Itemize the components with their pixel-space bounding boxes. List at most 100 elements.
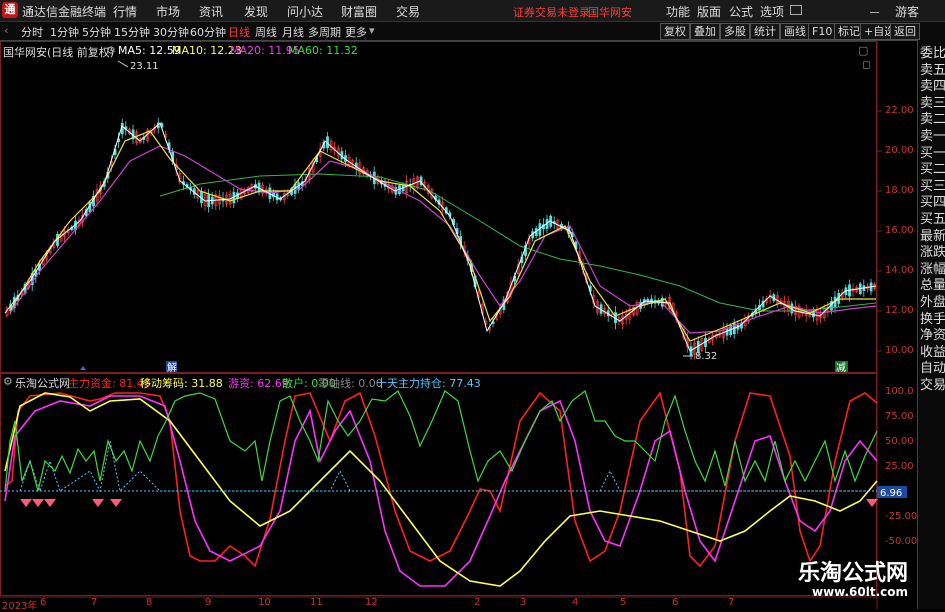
- jie-tag-text[interactable]: 解: [167, 361, 177, 374]
- x-tick-3: 3: [520, 597, 527, 608]
- zhuli-label: 主力资金: 81.49: [68, 377, 151, 390]
- x-tick-9: 9: [205, 597, 212, 608]
- shitian-label: 十天主力持仓: 77.43: [376, 377, 481, 390]
- guest-label[interactable]: 游客: [895, 3, 919, 20]
- period-fenshi[interactable]: 分时: [21, 24, 43, 40]
- app-logo-icon: 通: [2, 2, 18, 18]
- panel-expand-icon[interactable]: ◻: [862, 58, 871, 71]
- duogu-button[interactable]: 多股: [720, 23, 750, 40]
- quote-side-panel: 委比 卖五 卖四 卖三 卖二 卖一 买一 买二 买三 买四 买五 最新 涨跌 涨幅 总量 外盘 换手 净资 收益 自动…: [917, 40, 945, 609]
- side-item-11[interactable]: 最新: [920, 229, 945, 245]
- side-item-19[interactable]: 自动: [920, 361, 945, 377]
- period-multi[interactable]: 多周期: [308, 24, 341, 40]
- tongji-button[interactable]: 统计: [750, 23, 780, 40]
- ma60-label: MA60: 11.32: [288, 44, 358, 57]
- period-60min[interactable]: 60分钟: [190, 24, 226, 40]
- side-item-17[interactable]: 净资: [920, 328, 945, 344]
- x-tick-5: 5: [620, 597, 627, 608]
- menu-jiaoyi[interactable]: 交易: [396, 3, 420, 20]
- y-tick-12: 12.00: [885, 305, 914, 316]
- menu-gongneng[interactable]: 功能: [666, 3, 690, 20]
- panel-close-icon[interactable]: ▢: [858, 44, 868, 57]
- x-tick-11: 11: [310, 597, 323, 608]
- period-monthly[interactable]: 月线: [282, 24, 304, 40]
- x-tick-10: 10: [258, 597, 271, 608]
- y-tick-14: 14.00: [885, 265, 914, 276]
- menu-xuanxiang[interactable]: 选项: [760, 3, 784, 20]
- small-up-triangle-icon: [80, 366, 86, 370]
- side-item-1[interactable]: 卖五: [920, 63, 945, 79]
- login-alert[interactable]: 证券交易未登录: [513, 4, 590, 20]
- minimize-icon[interactable]: [870, 6, 879, 13]
- side-item-18[interactable]: 收益: [920, 345, 945, 361]
- high-marker: [117, 60, 129, 68]
- ind-tick-100: 100.0: [885, 386, 914, 397]
- menu-wenxiaoda[interactable]: 问小达: [287, 3, 323, 20]
- x-tick-12: 12: [365, 597, 378, 608]
- y-tick-22: 22.00: [885, 105, 914, 116]
- menu-zixun[interactable]: 资讯: [199, 3, 223, 20]
- signal-triangles: [20, 499, 878, 507]
- chart-canvas[interactable]: 23.11 8.32 解 减 6.96: [0, 41, 917, 609]
- side-item-4[interactable]: 卖二: [920, 112, 945, 128]
- side-item-6[interactable]: 买一: [920, 146, 945, 162]
- jian-tag-text[interactable]: 减: [836, 362, 846, 374]
- indicator-name[interactable]: 乐淘公式网: [15, 375, 70, 391]
- period-5min[interactable]: 5分钟: [82, 24, 111, 40]
- y-tick-16: 16.00: [885, 225, 914, 236]
- x-tick-4: 4: [572, 597, 579, 608]
- more-chevron-down-icon[interactable]: ▾: [369, 24, 375, 37]
- y-tick-20: 20.00: [885, 145, 914, 156]
- high-label: 23.11: [130, 61, 159, 72]
- side-item-13[interactable]: 涨幅: [920, 262, 945, 278]
- y-tick-10: 10.00: [885, 345, 914, 356]
- yidong-chouma-yellow-line: [4, 392, 878, 587]
- side-item-14[interactable]: 总量: [920, 278, 945, 294]
- side-item-2[interactable]: 卖四: [920, 79, 945, 95]
- current-value-text: 6.96: [880, 488, 902, 499]
- period-15min[interactable]: 15分钟: [114, 24, 150, 40]
- low-label: 8.32: [695, 351, 717, 362]
- period-1min[interactable]: 1分钟: [50, 24, 79, 40]
- side-item-7[interactable]: 买二: [920, 162, 945, 178]
- ind-tick-75: 75.00: [885, 411, 914, 422]
- side-item-16[interactable]: 换手: [920, 312, 945, 328]
- f10-button[interactable]: F10: [808, 23, 837, 40]
- alert-stock-name: 国华网安: [588, 6, 632, 19]
- period-daily[interactable]: 日线: [228, 24, 250, 40]
- menu-hangqing[interactable]: 行情: [113, 3, 137, 20]
- side-item-10[interactable]: 买五: [920, 212, 945, 228]
- back-button[interactable]: 返回: [890, 23, 920, 40]
- menu-gongshi[interactable]: 公式: [729, 3, 753, 20]
- watermark-text: 乐淘公式网: [798, 560, 909, 586]
- side-item-15[interactable]: 外盘: [920, 295, 945, 311]
- youzi-label: 游资: 62.69: [228, 377, 289, 390]
- fuquan-button[interactable]: 复权: [660, 23, 690, 40]
- app-title: 通达信金融终端: [22, 5, 107, 19]
- watermark-url: www.60lt.com: [812, 585, 909, 599]
- side-item-12[interactable]: 涨跌: [920, 245, 945, 261]
- side-item-3[interactable]: 卖三: [920, 96, 945, 112]
- period-more[interactable]: 更多: [345, 24, 367, 40]
- huaxian-button[interactable]: 画线: [780, 23, 810, 40]
- settings-gear-icon[interactable]: ⚙: [106, 44, 116, 57]
- period-30min[interactable]: 30分钟: [153, 24, 189, 40]
- ind-tick-m25: -25.00: [885, 511, 918, 522]
- period-weekly[interactable]: 周线: [255, 24, 277, 40]
- side-item-20[interactable]: 交易: [920, 378, 945, 394]
- side-item-9[interactable]: 买四: [920, 195, 945, 211]
- diejia-button[interactable]: 叠加: [690, 23, 720, 40]
- indicator-gear-icon[interactable]: ⚙: [3, 375, 13, 388]
- ma60-line: [159, 173, 877, 312]
- side-item-5[interactable]: 卖一: [920, 129, 945, 145]
- menu-shichang[interactable]: 市场: [156, 3, 180, 20]
- toolbar-arrow-icon[interactable]: ‹: [4, 24, 8, 37]
- menu-faxian[interactable]: 发现: [244, 3, 268, 20]
- window-minimize-icon[interactable]: [790, 5, 802, 15]
- menu-banmian[interactable]: 版面: [697, 3, 721, 20]
- side-item-0[interactable]: 委比: [920, 46, 945, 62]
- x-tick-2: 2: [474, 597, 481, 608]
- zeroaxis-label: 零轴线: 0.00: [318, 377, 383, 390]
- side-item-8[interactable]: 买三: [920, 179, 945, 195]
- menu-caifuquan[interactable]: 财富圈: [341, 3, 377, 20]
